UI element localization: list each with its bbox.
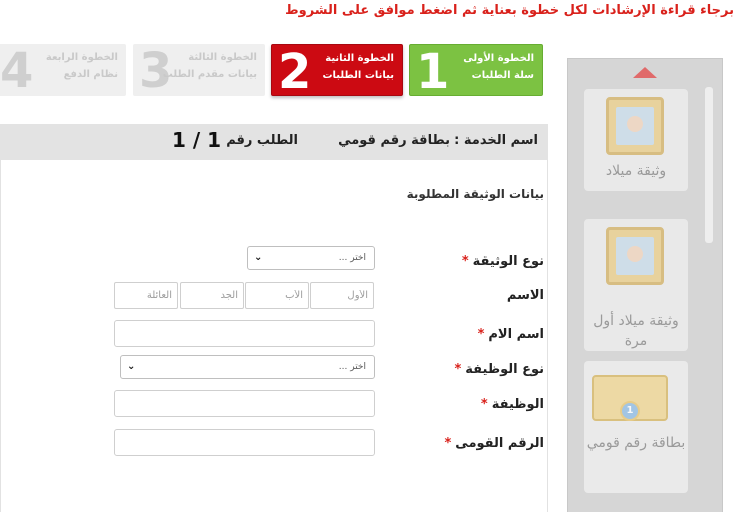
father-name-input[interactable] (245, 282, 309, 309)
required-mark: * (461, 254, 469, 269)
step-1-cart[interactable]: 1 الخطوة الأولى سلة الطلبات (409, 44, 543, 96)
doc-type-label: نوع الوثيقة* (461, 254, 544, 269)
step-number: 1 (416, 44, 450, 96)
mother-name-label: اسم الام* (477, 327, 544, 342)
step-title: الخطوة الرابعة (45, 52, 118, 63)
service-card-label: وثيقة ميلاد (605, 163, 667, 179)
job-input[interactable] (114, 390, 375, 417)
required-mark: * (480, 397, 488, 412)
job-type-label: نوع الوظيفة* (454, 362, 544, 377)
service-name-value: بطاقة رقم قومي (338, 133, 450, 148)
request-number-label: الطلب رقم (226, 133, 298, 148)
chevron-down-icon: ⌄ (254, 252, 263, 263)
family-name-input[interactable] (114, 282, 178, 309)
mother-name-input[interactable] (114, 320, 375, 347)
request-number-value: 1 / 1 (172, 128, 222, 152)
service-header-bar: اسم الخدمة : بطاقة رقم قومي الطلب رقم 1 … (0, 124, 548, 160)
step-subtitle: نظام الدفع (63, 69, 118, 80)
sidebar-scrollbar[interactable] (704, 87, 714, 512)
step-number: 4 (0, 44, 34, 96)
cart-count-badge: 1 (620, 401, 640, 421)
required-mark: * (444, 436, 452, 451)
required-mark: * (454, 362, 462, 377)
chevron-down-icon: ⌄ (127, 361, 136, 372)
step-2-request-data[interactable]: 2 الخطوة الثانية بيانات الطلبات (271, 44, 403, 96)
job-type-select[interactable]: اختر ... ⌄ (120, 355, 375, 379)
name-label: الاسم (506, 288, 544, 303)
picture-frame-icon (606, 227, 664, 285)
national-id-label: الرقم القومى* (444, 436, 544, 451)
service-card-birth-certificate[interactable]: وثيقة ميلاد (584, 89, 688, 191)
required-mark: * (477, 327, 485, 342)
picture-frame-icon (606, 97, 664, 155)
instruction-text: برجاء قراءة الإرشادات لكل خطوة بعناية ثم… (285, 3, 734, 18)
step-title: الخطوة الثانية (325, 53, 394, 64)
scrollbar-thumb[interactable] (705, 87, 713, 243)
scroll-up-arrow-icon[interactable] (633, 67, 657, 78)
step-4-payment: 4 الخطوة الرابعة نظام الدفع (0, 44, 126, 96)
step-3-applicant-data: 3 الخطوة الثالثة بيانات مقدم الطلب (133, 44, 265, 96)
services-sidebar: وثيقة ميلاد وثيقة ميلاد أول مرة 1 بطاقة … (567, 58, 723, 512)
service-card-national-id[interactable]: 1 بطاقة رقم قومي (584, 361, 688, 493)
step-subtitle: بيانات مقدم الطلب (162, 69, 257, 80)
grandfather-name-input[interactable] (180, 282, 244, 309)
service-card-label: وثيقة ميلاد أول مرة (593, 313, 679, 349)
step-title: الخطوة الأولى (463, 53, 534, 64)
step-number: 2 (278, 44, 312, 96)
step-title: الخطوة الثالثة (188, 52, 257, 63)
national-id-input[interactable] (114, 429, 375, 456)
id-card-icon: 1 (592, 375, 668, 421)
first-name-input[interactable] (310, 282, 374, 309)
step-subtitle: بيانات الطلبات (322, 70, 394, 81)
doc-type-select[interactable]: اختر ... ⌄ (247, 246, 375, 270)
service-card-first-birth-certificate[interactable]: وثيقة ميلاد أول مرة (584, 219, 688, 351)
job-label: الوظيفة* (480, 397, 544, 412)
service-name-label: اسم الخدمة : (454, 133, 538, 148)
section-title: بيانات الوثيقة المطلوبة (406, 187, 544, 201)
step-subtitle: سلة الطلبات (471, 70, 534, 81)
service-card-label: بطاقة رقم قومي (586, 435, 686, 451)
